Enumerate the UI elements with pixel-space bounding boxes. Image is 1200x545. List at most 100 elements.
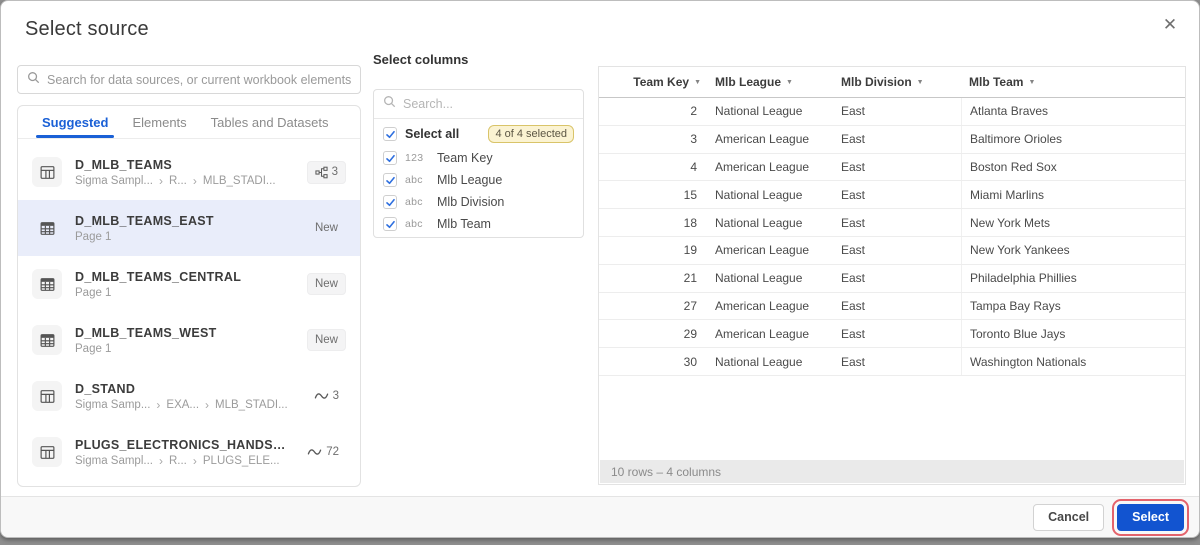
source-breadcrumb: Page 1 (75, 231, 214, 243)
source-list-item[interactable]: D_MLB_TEAMS_WEST Page 1 New (18, 312, 360, 368)
source-panel: Suggested Elements Tables and Datasets D_M… (17, 105, 361, 487)
search-icon (27, 71, 40, 89)
column-name: Mlb League (437, 173, 503, 187)
column-row-mlb-team[interactable]: abc Mlb Team (374, 213, 583, 235)
source-title: D_MLB_TEAMS_CENTRAL (75, 269, 242, 284)
table-cell: 30 (683, 354, 697, 369)
column-row-mlb-division[interactable]: abc Mlb Division (374, 191, 583, 213)
breadcrumb-part: MLB_STADI... (202, 174, 276, 187)
select-button[interactable]: Select (1112, 498, 1189, 536)
sort-caret-icon[interactable]: ▼ (917, 79, 924, 86)
workbook-table-icon (32, 269, 62, 299)
table-cell: American League (715, 298, 810, 313)
table-cell: National League (715, 187, 803, 202)
table-cell: East (841, 187, 866, 202)
source-breadcrumb: Sigma Sampl... › R... › MLB_STADI... (75, 175, 276, 187)
select-source-dialog: Select source ✕ SuggestedElementsTables … (0, 0, 1200, 538)
column-header-mlb-team[interactable]: Mlb Team ▼ (961, 67, 1185, 97)
breadcrumb-part: Sigma Sampl... (75, 454, 153, 467)
header-label: Mlb Division (841, 75, 912, 89)
text-type-icon: abc (405, 196, 423, 208)
column-checkbox[interactable] (383, 151, 397, 165)
tab-suggested[interactable]: Suggested (32, 106, 118, 138)
source-text: D_MLB_TEAMS_WEST Page 1 (75, 326, 217, 355)
search-icon (383, 95, 396, 113)
text-type-icon: abc (405, 218, 423, 230)
column-header-team-key[interactable]: Team Key ▼ (599, 67, 707, 97)
source-search-input[interactable] (47, 72, 351, 87)
breadcrumb-part: R... (168, 174, 187, 187)
header-label: Mlb Team (969, 75, 1024, 89)
column-row-team-key[interactable]: 123 Team Key (374, 147, 583, 169)
table-body: 2 National League East Atlanta Braves 3 Ameri… (599, 98, 1185, 376)
column-name: Mlb Team (437, 217, 491, 231)
badge-count: 3 (331, 166, 338, 178)
table-cell: East (841, 132, 866, 147)
table-cell: 19 (683, 243, 697, 258)
table-cell: 4 (690, 159, 697, 174)
number-type-icon: 123 (405, 152, 424, 164)
close-icon[interactable]: ✕ (1159, 14, 1181, 36)
breadcrumb-part: Sigma Sampl... (75, 174, 153, 187)
sort-caret-icon[interactable]: ▼ (786, 79, 793, 86)
table-cell: New York Mets (961, 209, 1185, 236)
select-all-checkbox[interactable] (383, 127, 397, 141)
new-badge: New (306, 273, 346, 295)
dataset-table-icon (32, 437, 62, 467)
source-text: D_MLB_TEAMS_EAST Page 1 (75, 214, 214, 243)
table-row: 4 American League East Boston Red Sox (599, 153, 1185, 182)
select-all-row[interactable]: Select all 4 of 4 selected (374, 121, 583, 147)
source-text: D_MLB_TEAMS_CENTRAL Page 1 (75, 270, 241, 299)
table-cell: Tampa Bay Rays (961, 292, 1185, 320)
table-cell: Washington Nationals (961, 348, 1185, 375)
sort-caret-icon[interactable]: ▼ (694, 79, 701, 86)
dataset-table-icon (32, 157, 62, 187)
columns-search-input[interactable] (403, 97, 574, 111)
column-list: Select all 4 of 4 selected 123 Team Key ab… (374, 121, 583, 235)
breadcrumb-part: Page 1 (75, 286, 112, 299)
table-cell: Boston Red Sox (961, 153, 1185, 181)
source-list-item[interactable]: D_STAND Sigma Samp... › EXA... › MLB_STADI...… (18, 368, 360, 424)
breadcrumb-part: Sigma Samp... (75, 398, 151, 411)
select-all-label: Select all (405, 127, 460, 141)
tab-tables-and-datasets[interactable]: Tables and Datasets (201, 106, 339, 138)
source-text: D_MLB_TEAMS Sigma Sampl... › R... › MLB_STADI… (75, 158, 276, 187)
source-breadcrumb: Page 1 (75, 287, 241, 299)
source-title: D_MLB_TEAMS_EAST (75, 213, 214, 228)
chevron-right-icon: › (158, 173, 163, 188)
table-cell: 15 (683, 187, 697, 202)
lineage-icon (315, 166, 328, 179)
source-list-item[interactable]: PLUGS_ELECTRONICS_HANDS_ON_LAB... Sigma S… (18, 424, 360, 480)
source-list: D_MLB_TEAMS Sigma Sampl... › R... › MLB_STADI… (18, 139, 360, 480)
column-checkbox[interactable] (383, 195, 397, 209)
source-search-box (17, 65, 361, 94)
table-cell: American League (715, 159, 810, 174)
source-list-item[interactable]: D_MLB_TEAMS Sigma Sampl... › R... › MLB_STADI… (18, 144, 360, 200)
column-checkbox[interactable] (383, 217, 397, 231)
row-column-count: 10 rows – 4 columns (611, 464, 722, 479)
tab-elements[interactable]: Elements (122, 106, 196, 138)
source-list-item[interactable]: D_MLB_TEAMS_CENTRAL Page 1 New (18, 256, 360, 312)
dialog-footer: Cancel Select (1, 496, 1199, 537)
table-cell: Atlanta Braves (961, 98, 1185, 125)
cancel-button[interactable]: Cancel (1033, 503, 1105, 531)
workbook-table-icon (32, 325, 62, 355)
column-checkbox[interactable] (383, 173, 397, 187)
column-header-mlb-league[interactable]: Mlb League ▼ (707, 67, 833, 97)
table-cell: East (841, 354, 866, 369)
table-cell: American League (715, 132, 810, 147)
column-header-mlb-division[interactable]: Mlb Division ▼ (833, 67, 961, 97)
chevron-right-icon: › (158, 453, 163, 468)
table-cell: 27 (683, 298, 697, 313)
column-row-mlb-league[interactable]: abc Mlb League (374, 169, 583, 191)
columns-panel: Select all 4 of 4 selected 123 Team Key ab… (373, 89, 584, 238)
new-badge: New (314, 222, 338, 234)
sort-caret-icon[interactable]: ▼ (1028, 79, 1035, 86)
table-cell: Miami Marlins (961, 181, 1185, 209)
chart-count-badge: 72 (300, 442, 346, 462)
source-title: D_MLB_TEAMS_WEST (75, 325, 217, 340)
breadcrumb-part: R... (168, 454, 187, 467)
page-title: Select source (25, 18, 149, 40)
source-list-item[interactable]: D_MLB_TEAMS_EAST Page 1 New (18, 200, 360, 256)
header-label: Team Key (633, 75, 690, 89)
